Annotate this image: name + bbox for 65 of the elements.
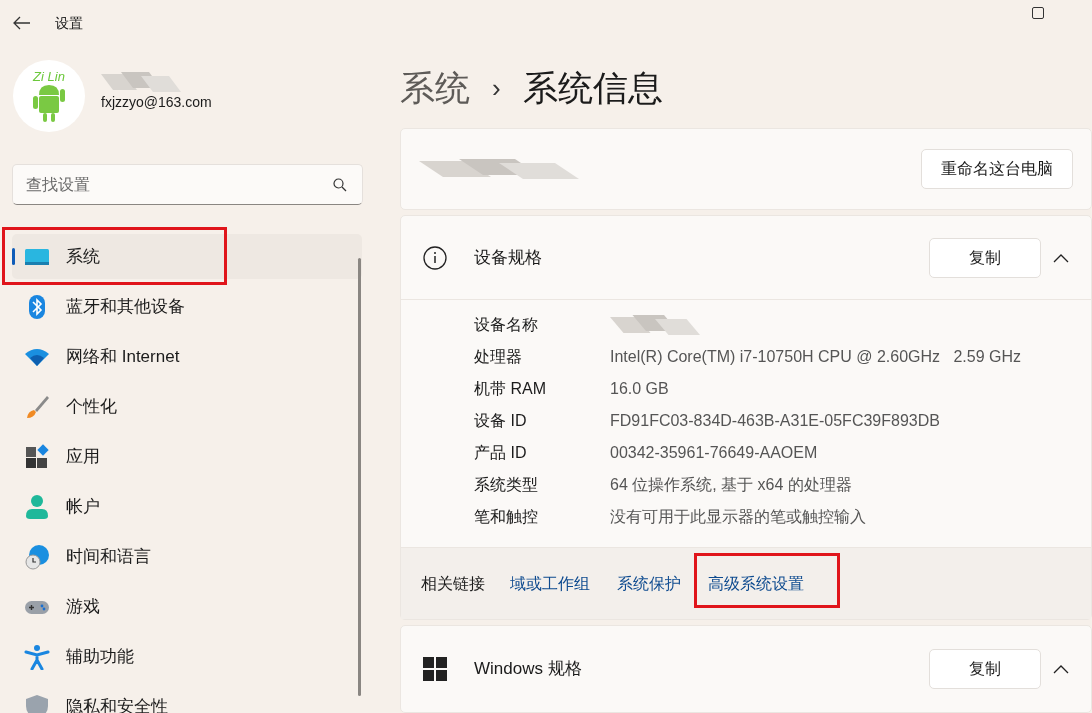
section-header[interactable]: Windows 规格 复制 (401, 626, 1091, 712)
spec-label: 处理器 (474, 347, 523, 367)
spec-value: 64 位操作系统, 基于 x64 的处理器 (610, 475, 852, 495)
search-field[interactable]: 查找设置 (12, 164, 363, 205)
sidebar-item-label: 个性化 (66, 395, 117, 418)
window-title: 设置 (55, 13, 83, 33)
sidebar-item-label: 系统 (66, 245, 100, 268)
sidebar-item-label: 网络和 Internet (66, 345, 180, 368)
sidebar-item-label: 游戏 (66, 595, 100, 618)
related-links-label: 相关链接 (421, 573, 485, 594)
sidebar-item[interactable]: 时间和语言 (12, 534, 352, 579)
sidebar-item-label: 帐户 (66, 495, 100, 518)
related-link[interactable]: 高级系统设置 (708, 574, 804, 592)
sidebar-item[interactable]: 游戏 (12, 584, 352, 629)
sidebar-item[interactable]: 帐户 (12, 484, 352, 529)
robot-icon (32, 82, 66, 123)
avatar-text: Zi Lin (33, 69, 65, 83)
spec-value: Intel(R) Core(TM) i7-10750H CPU @ 2.60GHz 2.59 GHz (610, 347, 1022, 367)
sidebar-item[interactable]: 系统 (12, 234, 362, 279)
spec-label: 系统类型 (474, 475, 539, 495)
sidebar-item[interactable]: 网络和 Internet (12, 334, 352, 379)
sidebar-item[interactable]: 辅助功能 (12, 634, 352, 679)
rename-button[interactable]: 重命名这台电脑 (921, 149, 1073, 189)
chevron-up-icon (1053, 252, 1069, 263)
section-title: 设备规格 (474, 246, 542, 269)
spec-value: 16.0 GB (610, 379, 669, 399)
sidebar-item-label: 辅助功能 (66, 645, 134, 668)
related-link[interactable]: 系统保护 (617, 574, 681, 592)
back-arrow-icon (13, 16, 31, 30)
maximize-icon (1032, 7, 1044, 19)
shield-icon (24, 693, 50, 713)
globe-clock-icon (24, 543, 50, 570)
spec-value: 00342-35961-76649-AAOEM (610, 443, 818, 463)
copy-button[interactable]: 复制 (929, 237, 1041, 278)
person-icon (24, 493, 50, 520)
breadcrumb-parent[interactable]: 系统 (400, 61, 470, 115)
scrollbar[interactable] (358, 258, 361, 696)
page-title: 系统信息 (522, 66, 663, 109)
sidebar-item[interactable]: 个性化 (12, 384, 352, 429)
search-icon (333, 178, 347, 192)
section-header[interactable]: 设备规格 复制 (401, 216, 1091, 300)
section-title: Windows 规格 (474, 658, 582, 681)
selection-indicator (12, 248, 15, 265)
sidebar-item-label: 应用 (66, 445, 100, 468)
breadcrumb-separator: › (492, 71, 501, 105)
account-email: fxjzzyo@163.com (101, 92, 212, 112)
spec-label: 机带 RAM (474, 379, 547, 399)
copy-button[interactable]: 复制 (929, 649, 1041, 689)
info-icon (423, 245, 447, 270)
spec-value: 没有可用于此显示器的笔或触控输入 (610, 507, 866, 527)
spec-label: 笔和触控 (474, 507, 539, 527)
sidebar-item-label: 时间和语言 (66, 545, 151, 568)
sidebar-item-label: 蓝牙和其他设备 (66, 295, 185, 318)
related-link[interactable]: 域或工作组 (510, 574, 590, 592)
sidebar-item[interactable]: 应用 (12, 434, 352, 479)
chevron-up-icon (1053, 664, 1069, 674)
brush-icon (24, 393, 50, 420)
spec-label: 设备名称 (474, 315, 539, 335)
spec-label: 设备 ID (474, 411, 528, 431)
windows-logo-icon (423, 657, 447, 681)
spec-value: FD91FC03-834D-463B-A31E-05FC39F893DB (610, 411, 940, 431)
apps-icon (24, 443, 50, 470)
spec-label: 产品 ID (474, 443, 528, 463)
accessibility-icon (24, 643, 50, 670)
sidebar-item[interactable]: 蓝牙和其他设备 (12, 284, 352, 329)
